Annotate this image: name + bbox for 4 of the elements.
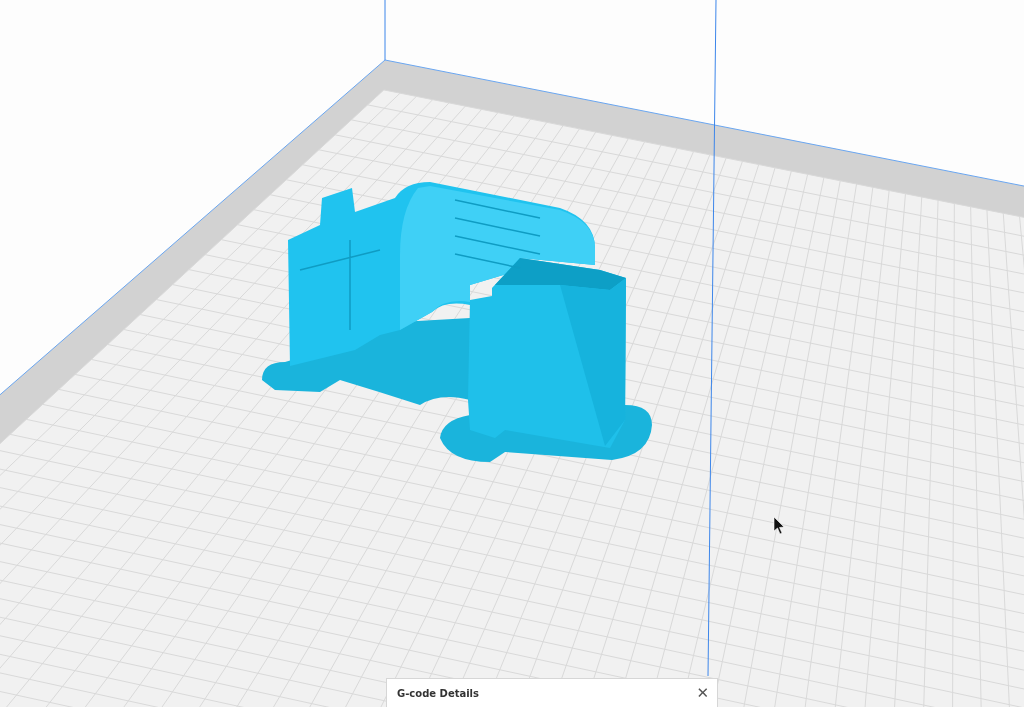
panel-title: G-code Details	[397, 687, 479, 699]
mouse-cursor-icon	[773, 516, 785, 535]
close-button[interactable]: ✕	[696, 684, 709, 702]
axis-line	[384, 0, 386, 61]
